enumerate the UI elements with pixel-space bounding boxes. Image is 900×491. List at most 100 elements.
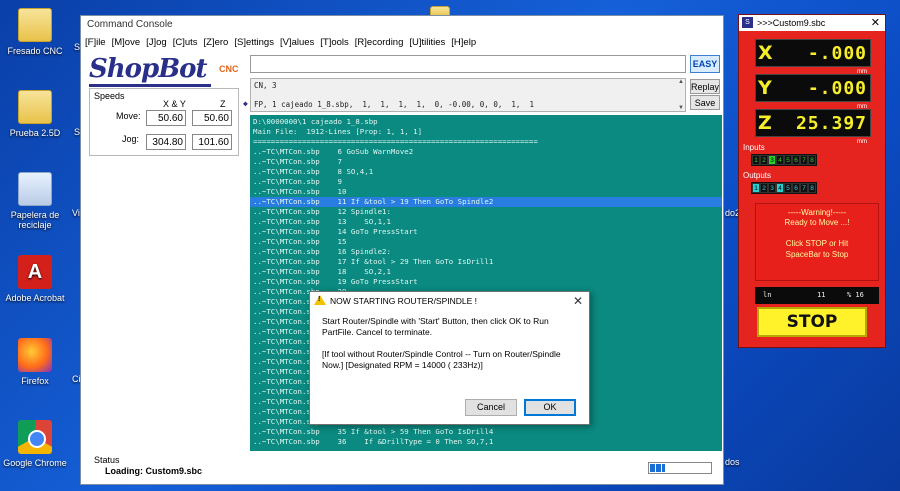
- menu-settings[interactable]: [S]ettings: [234, 34, 274, 52]
- move-label: Move:: [116, 111, 141, 121]
- warning-instruction: Click STOP or Hit: [785, 239, 849, 248]
- jog-z-field[interactable]: [192, 134, 232, 150]
- easy-button[interactable]: EASY: [690, 55, 720, 73]
- menu-utilities[interactable]: [U]tilities: [409, 34, 445, 52]
- menu-file[interactable]: [F]ile: [85, 34, 106, 52]
- dialog-message: Start Router/Spindle with 'Start' Button…: [322, 316, 549, 337]
- input-indicator: 1: [752, 155, 760, 165]
- inputs-indicators: 12345678: [751, 154, 817, 166]
- ok-button[interactable]: OK: [524, 399, 576, 416]
- move-xy-field[interactable]: [146, 110, 186, 126]
- speeds-title: Speeds: [94, 91, 125, 101]
- output-line: ..~TC\MTCon.sbp 16 Spindle2:: [253, 247, 391, 256]
- menu-cuts[interactable]: [C]uts: [173, 34, 198, 52]
- desktop-icon-prueba[interactable]: Prueba 2.5D: [0, 90, 70, 138]
- shopbot-logo: ShopBot CNC: [89, 54, 239, 92]
- output-indicator[interactable]: 3: [768, 183, 776, 193]
- logo-text: ShopBot: [89, 54, 208, 84]
- output-indicator[interactable]: 5: [784, 183, 792, 193]
- shopbot-app-icon: S: [742, 17, 753, 28]
- speeds-panel: Speeds X & Y Z Move: Jog:: [89, 88, 239, 156]
- output-line: ..~TC\MTCon.sbp 18 SO,2,1: [253, 267, 391, 276]
- peek-label: Vi: [72, 208, 80, 218]
- desktop-icon-label: Fresado CNC: [7, 46, 63, 56]
- folder-icon: [18, 90, 52, 124]
- dialog-title: NOW STARTING ROUTER/SPINDLE !: [330, 296, 478, 306]
- input-indicator: 6: [792, 155, 800, 165]
- move-z-field[interactable]: [192, 110, 232, 126]
- scroll-up-icon[interactable]: ▲: [678, 79, 684, 85]
- save-button[interactable]: Save: [690, 95, 720, 110]
- stop-button[interactable]: STOP: [757, 307, 867, 337]
- warning-icon: [314, 295, 326, 305]
- input-indicator: 8: [808, 155, 816, 165]
- folder-icon: [18, 8, 52, 42]
- menu-recording[interactable]: [R]ecording: [355, 34, 404, 52]
- desktop-icon-chrome[interactable]: Google Chrome: [0, 420, 70, 468]
- desktop-icon-fresado[interactable]: Fresado CNC: [0, 8, 70, 56]
- output-indicator[interactable]: 6: [792, 183, 800, 193]
- menu-bar: [F]ile [M]ove [J]og [C]uts [Z]ero [S]ett…: [81, 34, 723, 52]
- input-indicator: 2: [760, 155, 768, 165]
- desktop-icon-recycle-bin[interactable]: Papelera de reciclaje: [0, 172, 70, 230]
- desktop-icon-label: Papelera de reciclaje: [10, 210, 60, 230]
- scroll-down-icon[interactable]: ▼: [678, 105, 684, 111]
- input-indicator: 3: [768, 155, 776, 165]
- output-line: ..~TC\MTCon.sbp 6 GoSub WarnMove2: [253, 147, 414, 156]
- output-line: ..~TC\MTCon.sbp 15: [253, 237, 347, 246]
- warning-title: -----Warning!-----: [787, 208, 847, 217]
- close-icon[interactable]: ✕: [573, 294, 583, 308]
- output-line: ..~TC\MTCon.sbp 19 GoTo PressStart: [253, 277, 418, 286]
- desktop-icon-firefox[interactable]: Firefox: [0, 338, 70, 386]
- output-indicator[interactable]: 1: [752, 183, 760, 193]
- inputs-label: Inputs: [743, 143, 765, 152]
- ready-warning: -----Warning!----- Ready to Move ...! Cl…: [755, 203, 879, 281]
- y-readout: Y -.000 mm: [755, 74, 871, 110]
- command-history[interactable]: CN, 3 ◆ FP, 1 cajeado 1_8.sbp, 1, 1, 1, …: [243, 78, 686, 112]
- jog-label: Jog:: [122, 134, 140, 144]
- output-indicator[interactable]: 2: [760, 183, 768, 193]
- x-readout: X -.000 mm: [755, 39, 871, 75]
- menu-zero[interactable]: [Z]ero: [204, 34, 229, 52]
- jog-xy-field[interactable]: [146, 134, 186, 150]
- status-text: Loading: Custom9.sbc: [105, 466, 203, 476]
- output-line: ..~TC\MTCon.sbp 9: [253, 177, 342, 186]
- warning-text: Ready to Move ...!: [784, 218, 850, 227]
- progress-fill: [650, 464, 665, 472]
- dialog-note: [If tool without Router/Spindle Control …: [322, 349, 561, 370]
- history-line: FP, 1 cajeado 1_8.sbp, 1, 1, 1, 1, 0, -0…: [254, 100, 534, 109]
- close-icon[interactable]: ✕: [871, 15, 880, 31]
- line-status: ln 11 % 16: [755, 287, 879, 304]
- menu-jog[interactable]: [J]og: [146, 34, 167, 52]
- cancel-button[interactable]: Cancel: [465, 399, 517, 416]
- z-value: 25.397: [795, 113, 867, 134]
- command-input[interactable]: [250, 55, 686, 73]
- menu-tools[interactable]: [T]ools: [320, 34, 349, 52]
- output-line: ..~TC\MTCon.sbp 7: [253, 157, 342, 166]
- outputs-indicators[interactable]: 12345678: [751, 182, 817, 194]
- history-scrollbar[interactable]: ▲ ▼: [678, 78, 686, 112]
- desktop-icon-acrobat[interactable]: A Adobe Acrobat: [0, 255, 70, 303]
- logo-suffix: CNC: [219, 64, 239, 74]
- current-line-marker-icon: ◆: [243, 99, 248, 108]
- logo-underline: [89, 84, 211, 87]
- menu-help[interactable]: [H]elp: [451, 34, 476, 52]
- z-unit: mm: [857, 139, 867, 145]
- replay-button[interactable]: Replay: [690, 79, 720, 94]
- output-indicator[interactable]: 8: [808, 183, 816, 193]
- output-indicator[interactable]: 7: [800, 183, 808, 193]
- window-title: Command Console: [81, 16, 723, 34]
- menu-move[interactable]: [M]ove: [112, 34, 141, 52]
- x-axis-label: X: [758, 42, 773, 64]
- output-line: ..~TC\MTCon.sbp 11 If &tool > 19 Then Go…: [253, 197, 494, 206]
- menu-values[interactable]: [V]alues: [280, 34, 314, 52]
- speeds-col-z: Z: [220, 99, 226, 109]
- y-axis-label: Y: [758, 77, 772, 99]
- speeds-col-xy: X & Y: [163, 99, 186, 109]
- firefox-icon: [18, 338, 52, 372]
- z-axis-label: Z: [758, 112, 772, 134]
- output-indicator[interactable]: 4: [776, 183, 784, 193]
- loading-progress: [648, 462, 712, 474]
- output-line: ..~TC\MTCon.sbp 10: [253, 187, 347, 196]
- output-line: ..~TC\MTCon.sbp 12 Spindle1:: [253, 207, 391, 216]
